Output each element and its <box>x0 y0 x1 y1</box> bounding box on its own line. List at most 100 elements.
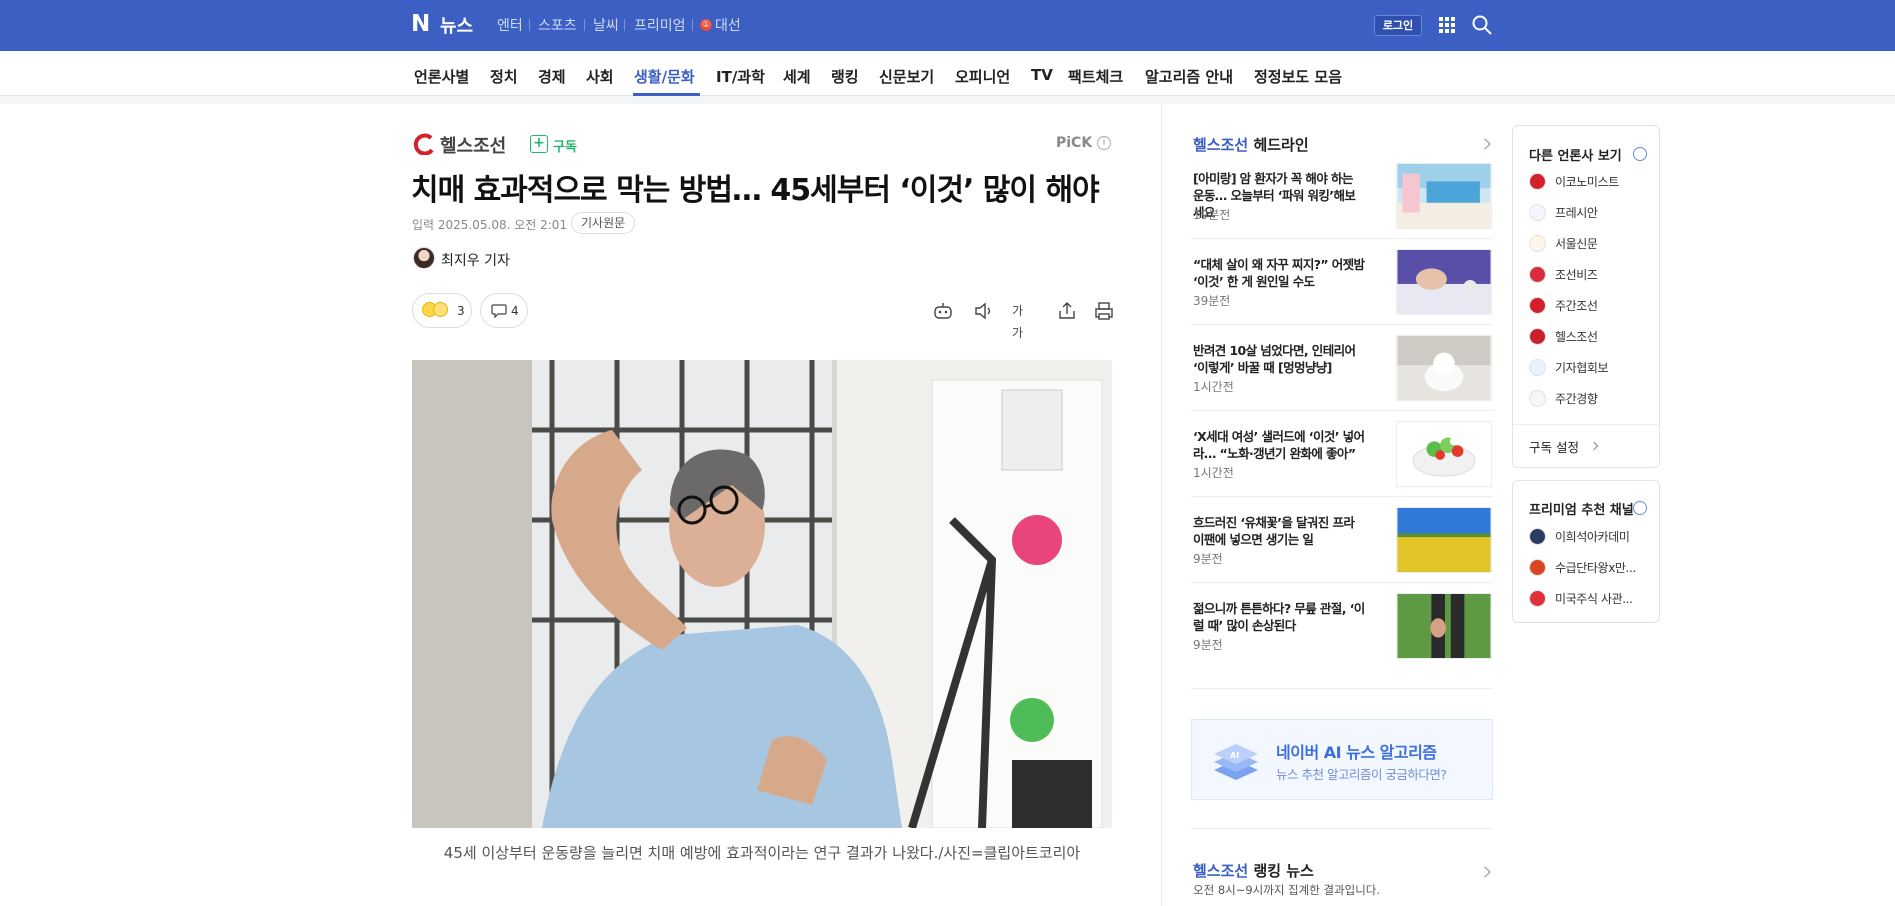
headline-thumbnail[interactable] <box>1396 335 1492 401</box>
headline-thumbnail[interactable] <box>1396 593 1492 659</box>
headline-item-title[interactable]: ‘X세대 여성’ 샐러드에 ‘이것’ 넣어라… “노화·갱년기 완화에 좋아” <box>1193 428 1365 462</box>
nav-item-opinion[interactable]: 오피니언 <box>955 66 1010 87</box>
press-item[interactable]: 주간조선 <box>1529 295 1654 315</box>
subscribe-button[interactable]: 구독 <box>553 136 577 155</box>
other-press-panel: 다른 언론사 보기 이코노미스트 프레시안 서울신문 조선비즈 주간조선 헬스조… <box>1512 125 1660 468</box>
headline-item-title[interactable]: “대체 살이 왜 자꾸 찌지?” 어젯밤 ‘이것’ 한 게 원인일 수도 <box>1193 256 1365 290</box>
channel-logo-icon <box>1529 559 1546 576</box>
service-link-sports[interactable]: 스포츠 <box>538 15 577 35</box>
reaction-button[interactable]: 3 <box>412 293 472 328</box>
ai-banner-title[interactable]: 네이버 AI 뉴스 알고리즘 <box>1276 739 1437 763</box>
apps-grid-icon[interactable] <box>1439 17 1456 34</box>
article-photo[interactable] <box>412 360 1112 828</box>
nav-item-algorithm[interactable]: 알고리즘 안내 <box>1145 66 1233 87</box>
nav-item-press[interactable]: 언론사별 <box>414 66 469 87</box>
press-name: 기자협회보 <box>1555 361 1609 375</box>
healthchosun-logo-icon[interactable] <box>413 133 435 155</box>
subscription-settings-link[interactable]: 구독 설정 <box>1529 437 1579 456</box>
nav-item-society[interactable]: 사회 <box>586 66 614 87</box>
divider <box>1191 688 1493 689</box>
nav-item-tv[interactable]: TV <box>1031 66 1053 84</box>
nav-item-politics[interactable]: 정치 <box>490 66 518 87</box>
subscribe-plus-icon[interactable]: + <box>530 135 548 153</box>
ranking-publisher: 헬스조선 <box>1193 862 1249 880</box>
speaker-icon[interactable] <box>973 300 995 322</box>
font-size-button[interactable]: 가가 <box>1012 300 1034 340</box>
chevron-right-icon[interactable] <box>1479 138 1491 150</box>
headline-item-time: 9분전 <box>1193 638 1223 652</box>
headline-item-title[interactable]: 반려견 10살 넘었다면, 인테리어 ‘이렇게’ 바꿀 때 [멍멍냥냥] <box>1193 342 1365 376</box>
headline-thumbnail[interactable] <box>1396 249 1492 315</box>
ranking-label: 랭킹 뉴스 <box>1253 862 1314 880</box>
refresh-icon[interactable] <box>1633 147 1647 161</box>
ranking-section-title[interactable]: 헬스조선 랭킹 뉴스 <box>1193 860 1314 881</box>
original-article-button[interactable]: 기사원문 <box>571 212 636 234</box>
nav-item-newspaper[interactable]: 신문보기 <box>879 66 934 87</box>
press-item[interactable]: 헬스조선 <box>1529 326 1654 346</box>
headline-item-title[interactable]: 흐드러진 ‘유채꽃’을 달궈진 프라이팬에 넣으면 생기는 일 <box>1193 514 1365 548</box>
divider <box>0 96 1895 104</box>
login-button[interactable]: 로그인 <box>1374 15 1422 36</box>
press-item[interactable]: 주간경향 <box>1529 388 1654 408</box>
other-press-title: 다른 언론사 보기 <box>1529 149 1622 164</box>
headline-thumbnail[interactable] <box>1396 421 1492 487</box>
service-link-entertain[interactable]: 엔터 <box>497 15 523 35</box>
nav-item-life-culture[interactable]: 생활/문화 <box>634 66 695 87</box>
press-item[interactable]: 이코노미스트 <box>1529 171 1654 191</box>
publisher-name[interactable]: 헬스조선 <box>440 132 506 158</box>
election-icon: ① <box>700 19 712 31</box>
ranking-subtitle: 오전 8시~9시까지 집계한 결과입니다. <box>1193 883 1381 897</box>
service-link-election[interactable]: 대선 <box>715 15 741 35</box>
share-icon[interactable] <box>1056 300 1078 322</box>
nav-item-it-science[interactable]: IT/과학 <box>716 66 765 87</box>
summary-bot-icon[interactable] <box>932 300 954 322</box>
divider <box>1191 324 1493 325</box>
nav-item-world[interactable]: 세계 <box>783 66 811 87</box>
headline-item-title[interactable]: 젊으니까 튼튼하다? 무릎 관절, ‘이럴 때’ 많이 손상된다 <box>1193 600 1365 634</box>
news-home-link[interactable]: 뉴스 <box>440 12 473 38</box>
print-icon[interactable] <box>1093 300 1115 322</box>
divider <box>529 19 530 31</box>
headline-publisher: 헬스조선 <box>1193 136 1249 154</box>
divider <box>1191 496 1493 497</box>
nav-item-factcheck[interactable]: 팩트체크 <box>1068 66 1123 87</box>
press-name: 서울신문 <box>1555 237 1598 251</box>
headline-section-title[interactable]: 헬스조선 헤드라인 <box>1193 134 1309 155</box>
nav-item-economy[interactable]: 경제 <box>538 66 566 87</box>
service-link-premium[interactable]: 프리미엄 <box>634 15 686 35</box>
divider <box>1191 828 1493 829</box>
press-name: 헬스조선 <box>1555 330 1598 344</box>
press-item[interactable]: 서울신문 <box>1529 233 1654 253</box>
ai-algorithm-banner[interactable]: AI 네이버 AI 뉴스 알고리즘 뉴스 추천 알고리즘이 궁금하다면? <box>1191 719 1493 800</box>
press-item[interactable]: 프레시안 <box>1529 202 1654 222</box>
info-icon[interactable]: i <box>1097 136 1111 150</box>
headline-thumbnail[interactable] <box>1396 507 1492 573</box>
press-name: 주간경향 <box>1555 392 1598 406</box>
press-logo-icon <box>1529 173 1546 190</box>
reporter-avatar[interactable] <box>413 247 435 269</box>
naver-logo[interactable]: N <box>411 13 431 36</box>
reaction-count: 3 <box>457 304 465 318</box>
headline-thumbnail[interactable] <box>1396 163 1492 229</box>
premium-item[interactable]: 이희석아카데미 <box>1529 526 1654 546</box>
reporter-name[interactable]: 최지우 기자 <box>441 250 510 270</box>
comment-button[interactable]: 4 <box>480 293 528 328</box>
search-icon[interactable] <box>1472 15 1492 35</box>
divider <box>692 19 693 31</box>
press-logo-icon <box>1529 328 1546 345</box>
nav-item-corrections[interactable]: 정정보도 모음 <box>1254 66 1342 87</box>
service-link-weather[interactable]: 날씨 <box>593 15 619 35</box>
premium-item[interactable]: 미국주식 사관... <box>1529 588 1654 608</box>
press-item[interactable]: 조선비즈 <box>1529 264 1654 284</box>
premium-item[interactable]: 수급단타왕x만... <box>1529 557 1654 577</box>
chevron-right-icon[interactable] <box>1589 441 1599 451</box>
ai-banner-subtitle[interactable]: 뉴스 추천 알고리즘이 궁금하다면? <box>1276 764 1447 783</box>
press-name: 주간조선 <box>1555 299 1598 313</box>
press-logo-icon <box>1529 235 1546 252</box>
nav-item-ranking[interactable]: 랭킹 <box>831 66 859 87</box>
press-item[interactable]: 기자협회보 <box>1529 357 1654 377</box>
ai-stack-icon: AI <box>1214 744 1258 780</box>
refresh-icon[interactable] <box>1633 501 1647 515</box>
chevron-right-icon[interactable] <box>1479 866 1491 878</box>
channel-name: 수급단타왕x만... <box>1555 561 1636 575</box>
